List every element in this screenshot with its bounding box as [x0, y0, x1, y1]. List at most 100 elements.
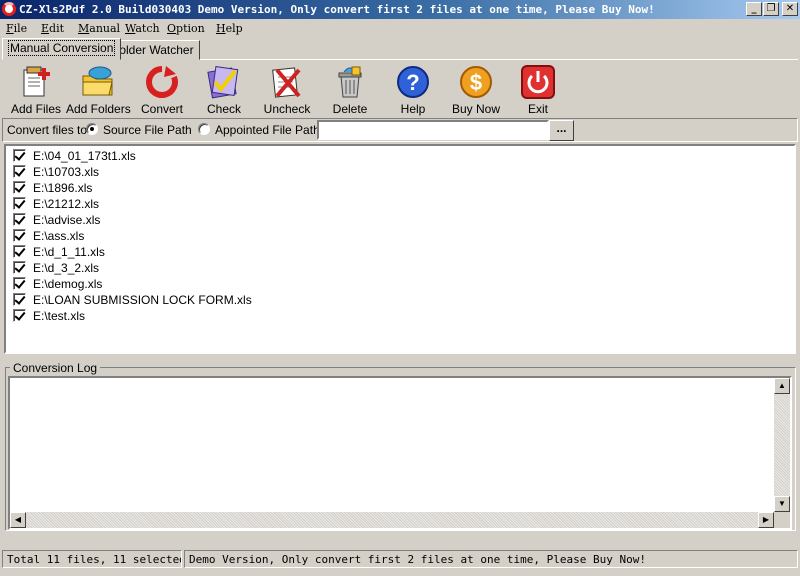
file-checkbox[interactable] — [13, 149, 26, 162]
file-name: E:\21212.xls — [33, 197, 100, 211]
source-path-radio[interactable] — [86, 123, 98, 135]
file-row[interactable]: E:\ass.xls — [10, 228, 610, 244]
file-name: E:\d_3_2.xls — [33, 261, 100, 275]
source-path-label[interactable]: Source File Path — [103, 123, 192, 137]
file-row[interactable]: E:\LOAN SUBMISSION LOCK FORM.xls — [10, 292, 610, 308]
convert-to-label: Convert files to : — [7, 123, 94, 137]
convert-button[interactable]: Convert — [130, 63, 194, 117]
menu-edit[interactable]: Edit — [41, 22, 64, 35]
conversion-log-group: Conversion Log ▲ ▼ ◀ ▶ — [5, 361, 796, 531]
appointed-path-radio[interactable] — [198, 123, 210, 135]
minimize-button[interactable]: _ — [746, 2, 762, 16]
convert-icon — [146, 66, 178, 98]
conversion-log-area[interactable]: ▲ ▼ ◀ ▶ — [8, 376, 792, 530]
menu-help[interactable]: Help — [216, 22, 243, 35]
scroll-right-icon[interactable]: ▶ — [758, 512, 774, 528]
window-title: CZ-Xls2Pdf 2.0 Build030403 Demo Version,… — [19, 3, 655, 16]
file-row[interactable]: E:\advise.xls — [10, 212, 610, 228]
scroll-down-icon[interactable]: ▼ — [774, 496, 790, 512]
menu-manual[interactable]: Manual — [78, 22, 120, 35]
file-name: E:\04_01_173t1.xls — [33, 149, 136, 163]
file-row[interactable]: E:\21212.xls — [10, 196, 610, 212]
status-bar: Total 11 files, 11 selected Demo Version… — [0, 548, 800, 570]
appointed-path-input[interactable] — [317, 120, 549, 140]
file-row[interactable]: E:\test.xls — [10, 308, 610, 324]
toolbar: Add Files Add Folders Convert Check Unch… — [0, 61, 800, 117]
add-folders-label: Add Folders — [66, 102, 131, 116]
uncheck-button[interactable]: Uncheck — [255, 63, 319, 117]
menu-option[interactable]: Option — [167, 22, 205, 35]
buy-now-label: Buy Now — [451, 102, 501, 116]
log-horizontal-scrollbar[interactable]: ◀ ▶ — [10, 512, 774, 528]
status-message: Demo Version, Only convert first 2 files… — [184, 550, 798, 568]
file-name: E:\demog.xls — [33, 277, 103, 291]
file-row[interactable]: E:\1896.xls — [10, 180, 610, 196]
file-checkbox[interactable] — [13, 197, 26, 210]
file-list[interactable]: E:\04_01_173t1.xls E:\10703.xls E:\1896.… — [4, 144, 796, 354]
file-checkbox[interactable] — [13, 181, 26, 194]
file-row[interactable]: E:\d_1_11.xls — [10, 244, 610, 260]
scroll-left-icon[interactable]: ◀ — [10, 512, 26, 528]
add-files-label: Add Files — [10, 102, 62, 116]
svg-text:?: ? — [406, 70, 419, 95]
status-file-count: Total 11 files, 11 selected — [2, 550, 182, 568]
file-checkbox[interactable] — [13, 213, 26, 226]
delete-button[interactable]: Delete — [318, 63, 382, 117]
add-folders-icon — [82, 66, 113, 96]
file-name: E:\ass.xls — [33, 229, 85, 243]
conversion-log-title: Conversion Log — [10, 361, 101, 375]
help-icon: ? — [397, 66, 429, 98]
check-label: Check — [206, 102, 241, 116]
add-folders-button[interactable]: Add Folders — [66, 63, 131, 117]
file-name: E:\d_1_11.xls — [33, 245, 105, 259]
check-button[interactable]: Check — [192, 63, 256, 117]
menu-file[interactable]: File — [6, 22, 27, 35]
tab-manual-conversion[interactable]: Manual Conversion — [2, 38, 122, 60]
exit-icon — [521, 65, 555, 99]
exit-label: Exit — [527, 102, 548, 116]
log-vertical-scrollbar[interactable]: ▲ ▼ — [774, 378, 790, 512]
check-icon — [207, 66, 239, 99]
menu-watch[interactable]: Watch — [125, 22, 160, 35]
file-name: E:\10703.xls — [33, 165, 100, 179]
buy-now-button[interactable]: $ Buy Now — [444, 63, 508, 117]
menu-bar: File Edit Manual Watch Option Help — [0, 19, 800, 38]
help-label: Help — [400, 102, 426, 116]
file-row[interactable]: E:\demog.xls — [10, 276, 610, 292]
file-row[interactable]: E:\04_01_173t1.xls — [10, 148, 610, 164]
browse-button[interactable]: ... — [549, 120, 574, 141]
file-checkbox[interactable] — [13, 309, 26, 322]
file-checkbox[interactable] — [13, 277, 26, 290]
file-name: E:\test.xls — [33, 309, 86, 323]
exit-button[interactable]: Exit — [506, 63, 570, 117]
file-checkbox[interactable] — [13, 245, 26, 258]
app-icon[interactable] — [2, 2, 16, 16]
delete-icon — [338, 66, 362, 98]
title-bar[interactable]: CZ-Xls2Pdf 2.0 Build030403 Demo Version,… — [0, 0, 800, 19]
output-path-row: Convert files to : Source File Path Appo… — [2, 118, 798, 142]
file-name: E:\1896.xls — [33, 181, 93, 195]
tab-strip: Manual Conversion Folder Watcher — [2, 38, 798, 60]
file-checkbox[interactable] — [13, 165, 26, 178]
help-button[interactable]: ? Help — [381, 63, 445, 117]
scroll-up-icon[interactable]: ▲ — [774, 378, 790, 394]
file-row[interactable]: E:\d_3_2.xls — [10, 260, 610, 276]
file-name: E:\LOAN SUBMISSION LOCK FORM.xls — [33, 293, 252, 307]
add-files-button[interactable]: Add Files — [4, 63, 68, 117]
delete-label: Delete — [332, 102, 368, 116]
convert-label: Convert — [140, 102, 184, 116]
file-checkbox[interactable] — [13, 261, 26, 274]
svg-text:$: $ — [470, 70, 482, 95]
uncheck-label: Uncheck — [263, 102, 311, 116]
file-name: E:\advise.xls — [33, 213, 101, 227]
file-checkbox[interactable] — [13, 293, 26, 306]
maximize-button[interactable]: ❐ — [763, 2, 779, 16]
file-checkbox[interactable] — [13, 229, 26, 242]
buy-now-icon: $ — [460, 66, 492, 98]
file-row[interactable]: E:\10703.xls — [10, 164, 610, 180]
close-button[interactable]: ✕ — [782, 2, 798, 16]
scrollbar-corner — [774, 512, 790, 528]
appointed-path-label[interactable]: Appointed File Path — [215, 123, 320, 137]
add-files-icon — [23, 66, 50, 97]
uncheck-icon — [272, 67, 301, 98]
